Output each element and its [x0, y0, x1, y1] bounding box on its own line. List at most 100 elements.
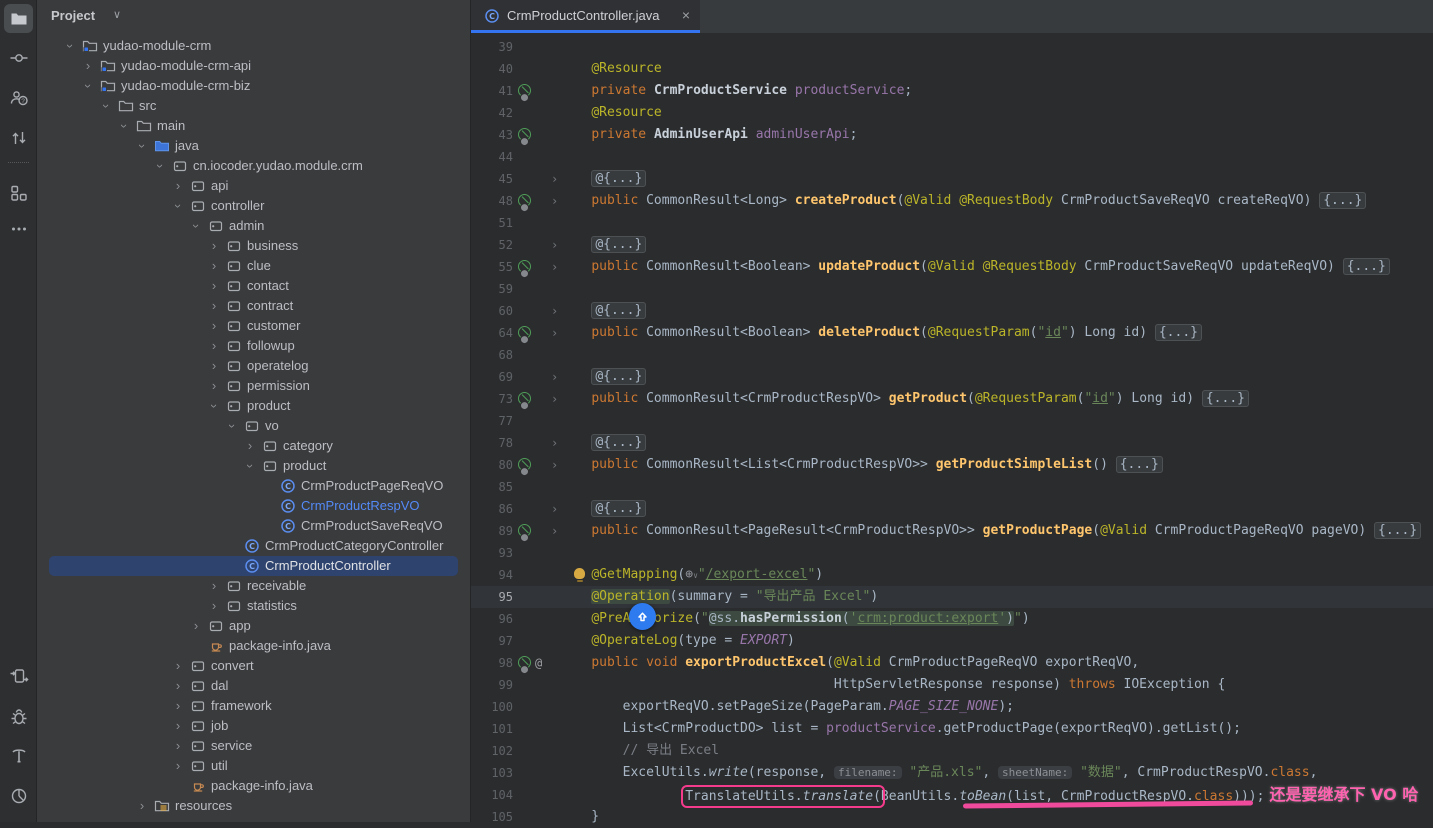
bean-gutter-icon[interactable] [515, 81, 533, 99]
tree-item-java[interactable]: ›java [37, 136, 470, 156]
chevron-collapsed-icon[interactable]: › [208, 356, 220, 376]
chevron-collapsed-icon[interactable]: › [172, 176, 184, 196]
tree-item-job[interactable]: ›job [37, 716, 470, 736]
endpoint-gutter-icon[interactable] [515, 323, 533, 341]
commit-icon[interactable] [4, 43, 33, 72]
chevron-collapsed-icon[interactable]: › [172, 656, 184, 676]
endpoint-gutter-icon[interactable] [515, 521, 533, 539]
chevron-expanded-icon[interactable]: › [132, 140, 152, 152]
structure-icon[interactable] [4, 178, 33, 207]
fold-marker-icon[interactable]: › [551, 256, 558, 278]
fold-marker-icon[interactable]: › [551, 300, 558, 322]
folded-region[interactable]: @{...} [591, 170, 646, 187]
endpoint-gutter-icon[interactable] [515, 455, 533, 473]
chevron-expanded-icon[interactable]: › [150, 160, 170, 172]
tree-item-followup[interactable]: ›followup [37, 336, 470, 356]
profiler-icon[interactable] [4, 781, 33, 810]
tree-item-app[interactable]: ›app [37, 616, 470, 636]
ai-assistant-icon[interactable] [629, 603, 656, 630]
tree-item-package-info-java[interactable]: package-info.java [37, 776, 470, 796]
tab-crmproductcontroller[interactable]: C CrmProductController.java × [471, 0, 700, 33]
tree-item-admin[interactable]: ›admin [37, 216, 470, 236]
tree-item-framework[interactable]: ›framework [37, 696, 470, 716]
tree-item-api[interactable]: ›api [37, 176, 470, 196]
folded-region[interactable]: {...} [1116, 456, 1163, 473]
chevron-collapsed-icon[interactable]: › [208, 376, 220, 396]
tree-item-crmproductrespvo[interactable]: CCrmProductRespVO [37, 496, 470, 516]
tree-item-convert[interactable]: ›convert [37, 656, 470, 676]
folded-region[interactable]: {...} [1202, 390, 1249, 407]
tree-item-crmproductpagereqvo[interactable]: CCrmProductPageReqVO [37, 476, 470, 496]
tree-item-dal[interactable]: ›dal [37, 676, 470, 696]
tree-item-crmproductcontroller[interactable]: CCrmProductController [37, 556, 470, 576]
chevron-collapsed-icon[interactable]: › [208, 236, 220, 256]
chevron-collapsed-icon[interactable]: › [208, 576, 220, 596]
chevron-collapsed-icon[interactable]: › [208, 336, 220, 356]
tree-item-cn-iocoder-yudao-module-crm[interactable]: ›cn.iocoder.yudao.module.crm [37, 156, 470, 176]
tree-item-controller[interactable]: ›controller [37, 196, 470, 216]
folded-region[interactable]: @{...} [591, 368, 646, 385]
fold-marker-icon[interactable]: › [551, 498, 558, 520]
folded-region[interactable]: {...} [1343, 258, 1390, 275]
chevron-collapsed-icon[interactable]: › [172, 736, 184, 756]
tree-item-crmproductsavereqvo[interactable]: CCrmProductSaveReqVO [37, 516, 470, 536]
chevron-collapsed-icon[interactable]: › [208, 316, 220, 336]
folded-region[interactable]: {...} [1374, 522, 1421, 539]
users-help-icon[interactable]: ? [4, 83, 33, 112]
fold-marker-icon[interactable]: › [551, 322, 558, 344]
endpoint-gutter-icon[interactable] [515, 389, 533, 407]
chevron-collapsed-icon[interactable]: › [208, 296, 220, 316]
annotation-gutter-icon[interactable]: @ [535, 652, 542, 674]
folded-region[interactable]: {...} [1155, 324, 1202, 341]
chevron-expanded-icon[interactable]: › [114, 120, 134, 132]
chevron-expanded-icon[interactable]: › [78, 80, 98, 92]
endpoint-gutter-icon[interactable] [515, 653, 533, 671]
tree-item-business[interactable]: ›business [37, 236, 470, 256]
tree-item-yudao-module-crm[interactable]: ›yudao-module-crm [37, 36, 470, 56]
fold-marker-icon[interactable]: › [551, 190, 558, 212]
tree-item-yudao-module-crm-biz[interactable]: ›yudao-module-crm-biz [37, 76, 470, 96]
services-icon[interactable] [4, 661, 33, 690]
endpoint-gutter-icon[interactable] [515, 191, 533, 209]
tree-item-main[interactable]: ›main [37, 116, 470, 136]
chevron-collapsed-icon[interactable]: › [208, 596, 220, 616]
fold-marker-icon[interactable]: › [551, 234, 558, 256]
tree-item-contract[interactable]: ›contract [37, 296, 470, 316]
tree-item-category[interactable]: ›category [37, 436, 470, 456]
chevron-expanded-icon[interactable]: › [96, 100, 116, 112]
tree-item-statistics[interactable]: ›statistics [37, 596, 470, 616]
folded-region[interactable]: @{...} [591, 302, 646, 319]
fold-marker-icon[interactable]: › [551, 366, 558, 388]
chevron-collapsed-icon[interactable]: › [208, 276, 220, 296]
tree-item-customer[interactable]: ›customer [37, 316, 470, 336]
tree-item-operatelog[interactable]: ›operatelog [37, 356, 470, 376]
chevron-collapsed-icon[interactable]: › [172, 676, 184, 696]
tree-item-src[interactable]: ›src [37, 96, 470, 116]
fold-marker-icon[interactable]: › [551, 432, 558, 454]
tree-item-permission[interactable]: ›permission [37, 376, 470, 396]
project-icon[interactable] [4, 4, 33, 33]
chevron-expanded-icon[interactable]: › [222, 420, 242, 432]
folded-region[interactable]: @{...} [591, 236, 646, 253]
fold-marker-icon[interactable]: › [551, 454, 558, 476]
fold-marker-icon[interactable]: › [551, 388, 558, 410]
tree-item-crmproductcategorycontroller[interactable]: CCrmProductCategoryController [37, 536, 470, 556]
tree-item-vo[interactable]: ›vo [37, 416, 470, 436]
folded-region[interactable]: @{...} [591, 500, 646, 517]
chevron-collapsed-icon[interactable]: › [82, 56, 94, 76]
bean-gutter-icon[interactable] [515, 125, 533, 143]
chevron-expanded-icon[interactable]: › [204, 400, 224, 412]
chevron-expanded-icon[interactable]: › [240, 460, 260, 472]
tree-item-service[interactable]: ›service [37, 736, 470, 756]
tree-item-product[interactable]: ›product [37, 456, 470, 476]
tree-item-resources[interactable]: ›resources [37, 796, 470, 816]
fold-marker-icon[interactable]: › [551, 168, 558, 190]
tree-item-product[interactable]: ›product [37, 396, 470, 416]
more-icon[interactable] [4, 214, 33, 243]
chevron-expanded-icon[interactable]: › [186, 220, 206, 232]
chevron-down-icon[interactable]: ∨ [113, 8, 121, 21]
chevron-collapsed-icon[interactable]: › [172, 716, 184, 736]
build-icon[interactable] [4, 741, 33, 770]
tree-item-package-info-java[interactable]: package-info.java [37, 636, 470, 656]
url-globe-icon[interactable]: ⊕∨ [685, 567, 698, 582]
